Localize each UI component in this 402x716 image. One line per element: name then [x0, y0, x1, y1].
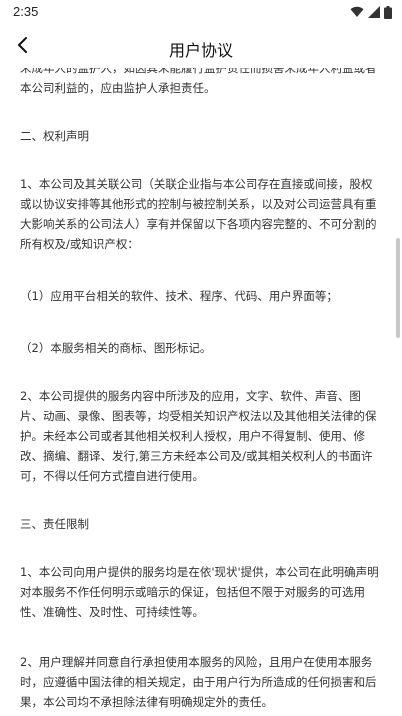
paragraph-guardian-liability: 未成年人的监护人，如因其未能履行监护责任而损害未成年人利益或者本公司利益的，应由… [20, 68, 377, 95]
status-time: 2:35 [13, 4, 39, 19]
agreement-text: 未成年人的监护人，如因其未能履行监护责任而损害未成年人利益或者本公司利益的，应由… [20, 68, 382, 712]
paragraph-liability-2: 2、用户理解并同意自行承担使用本服务的风险，且用户在使用本服务时，应遵循中国法律… [20, 655, 377, 709]
paragraph-rights-1: 1、本公司及其关联公司（关联企业指与本公司存在直接或间接，股权或以协议安排等其他… [20, 177, 377, 251]
page-title: 用户协议 [168, 41, 233, 60]
screen: 2:35 用户协议 未成年人的监护人，如因其未能履行监护责任而损害未成年人利益或… [0, 0, 402, 716]
wifi-icon [350, 6, 364, 18]
battery-icon [384, 5, 392, 19]
paragraph-rights-1-1: （1）应用平台相关的软件、技术、程序、代码、用户界面等； [20, 289, 338, 303]
paragraph-rights-2: 2、本公司提供的服务内容中所涉及的应用，文字、软件、声音、图片、动画、录像、图表… [20, 389, 377, 483]
scrollbar[interactable] [396, 238, 400, 338]
agreement-content[interactable]: 未成年人的监护人，如因其未能履行监护责任而损害未成年人利益或者本公司利益的，应由… [0, 68, 402, 716]
signal-icon [368, 6, 380, 18]
paragraph-rights-1-2: （2）本服务相关的商标、图形标记。 [20, 341, 212, 355]
section-heading-rights: 二、权利声明 [20, 129, 89, 143]
paragraph-liability-1: 1、本公司向用户提供的服务均是在依'现状'提供，本公司在此明确声明对本服务不作任… [20, 565, 379, 619]
status-bar: 2:35 [0, 0, 402, 26]
status-icons [350, 5, 392, 19]
section-heading-liability: 三、责任限制 [20, 517, 89, 531]
nav-bar: 用户协议 [0, 26, 402, 68]
